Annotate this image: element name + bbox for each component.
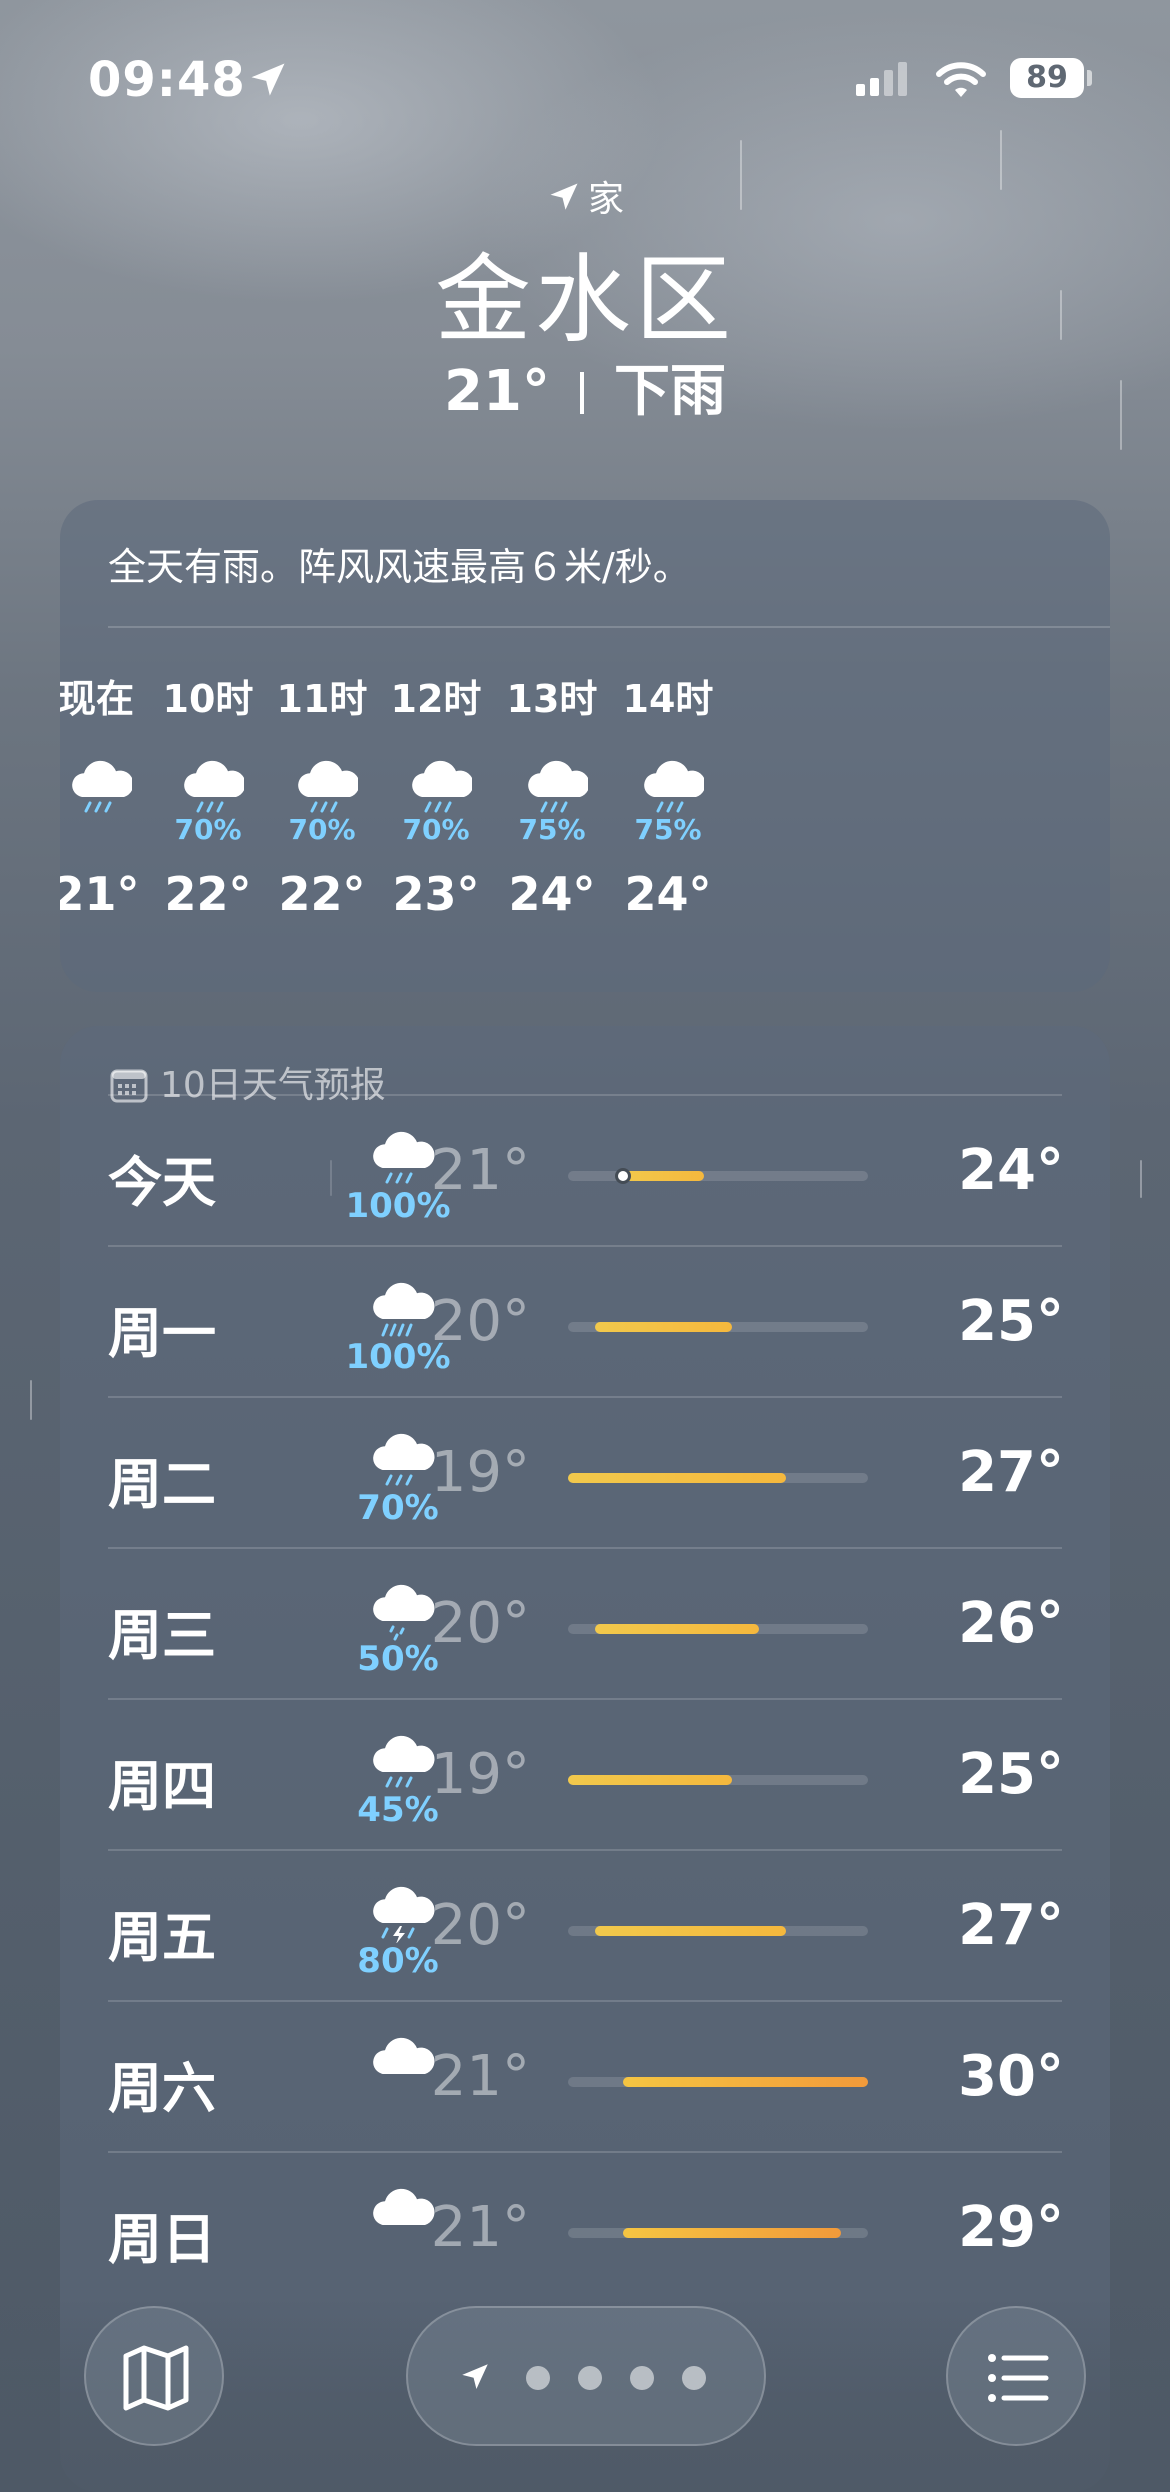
day-high-temp: 25° [958,1742,1064,1807]
day-low-temp: 20° [430,1591,530,1656]
divider [108,626,1110,628]
location-arrow-icon [462,2364,488,2390]
place-name: 家 [587,179,624,220]
divider [108,2000,1062,2002]
hour-temp: 24° [624,867,712,921]
hour-label: 14时 [622,677,714,721]
status-bar: 09:48 89 [0,48,1170,108]
temp-range-bar [622,1171,705,1181]
temp-range-track [568,2077,868,2087]
current-condition: 下雨 [613,359,726,424]
day-low-temp: 20° [430,1893,530,1958]
daily-row[interactable]: 周二 70% 19° 27° [108,1396,1064,1546]
daily-row[interactable]: 周日 21° 29° [108,2151,1064,2301]
map-icon [123,2345,189,2411]
day-low-temp: 21° [430,1138,530,1203]
day-label: 周二 [108,1453,216,1516]
daily-row[interactable]: 周四 45% 19° 25° [108,1698,1064,1848]
temp-range-bar [568,1473,787,1483]
rain-cloud-icon [516,753,590,817]
city-name: 金水区 [435,244,735,356]
location-label: 家 [0,170,1170,222]
current-temp-dot [614,1168,631,1184]
day-label: 周五 [108,1906,216,1969]
divider [108,1849,1062,1851]
day-low-temp: 19° [430,1742,530,1807]
hour-item: 14时 75% 24° [588,668,748,921]
day-high-temp: 26° [958,1591,1064,1656]
wifi-icon [936,62,986,97]
day-low-temp: 19° [430,1440,530,1505]
location-arrow-icon [251,63,285,96]
temp-range-bar [622,2077,868,2087]
temp-range-bar [622,2228,841,2238]
rain-cloud-icon [172,753,246,817]
battery-indicator: 89 [1010,58,1084,98]
day-label: 周一 [108,1302,216,1365]
temp-range-track [568,1322,868,1332]
day-label: 今天 [108,1151,216,1214]
temp-range-bar [595,1322,732,1332]
rain-cloud-icon [60,753,134,817]
hour-precip: 75% [634,813,702,846]
ten-day-forecast-card[interactable]: 10日天气预报 今天 100% 21° 24° 周一 100% 20° 25° 周二 70% 19°… [60,1026,1110,2492]
divider [108,1698,1062,1700]
temp-range-track [568,1624,868,1634]
cellular-signal-icon [856,62,912,96]
day-label: 周四 [108,1755,216,1818]
daily-row[interactable]: 今天 100% 21° 24° [108,1094,1064,1244]
divider [108,1547,1062,1549]
list-icon [988,2354,1049,2402]
rain-cloud-icon [400,753,474,817]
day-low-temp: 20° [430,1289,530,1354]
daily-row[interactable]: 周一 100% 20° 25° [108,1245,1064,1395]
page-dot[interactable] [630,2366,654,2390]
rain-cloud-icon [632,753,706,817]
current-conditions: 21° 下雨 [0,346,1170,427]
separator [579,372,584,414]
day-high-temp: 25° [958,1289,1064,1354]
page-dot[interactable] [526,2366,550,2390]
page-indicator[interactable] [406,2306,766,2446]
hourly-summary: 全天有雨。阵风风速最高６米/秒。 [108,545,691,589]
day-label: 周六 [108,2057,216,2120]
battery-tip [1087,70,1092,86]
temp-range-bar [595,1624,759,1634]
day-high-temp: 29° [958,2195,1064,2260]
temp-range-track [568,1926,868,1936]
temp-range-track [568,1473,868,1483]
day-high-temp: 24° [958,1138,1064,1203]
divider [108,1396,1062,1398]
day-high-temp: 30° [958,2044,1064,2109]
temp-range-bar [595,1926,787,1936]
status-time: 09:48 [88,52,246,108]
page-dot[interactable] [682,2366,706,2390]
temp-range-track [568,2228,868,2238]
daily-row[interactable]: 周六 21° 30° [108,2000,1064,2150]
day-high-temp: 27° [958,1893,1064,1958]
divider [108,1094,1062,1096]
page-dot[interactable] [578,2366,602,2390]
hourly-forecast-card[interactable]: 全天有雨。阵风风速最高６米/秒。 现在 21° 10时 70% 22° 11时 70% 22°… [60,500,1110,992]
temp-range-track [568,1168,868,1184]
day-low-temp: 21° [430,2044,530,2109]
rain-cloud-icon [286,753,360,817]
day-high-temp: 27° [958,1440,1064,1505]
daily-row[interactable]: 周五 80% 20° 27° [108,1849,1064,1999]
day-label: 周日 [108,2208,216,2271]
current-temperature: 21° [444,359,550,424]
divider [108,1245,1062,1247]
map-button[interactable] [84,2306,224,2446]
day-label: 周三 [108,1604,216,1667]
location-arrow-icon [550,183,578,210]
daily-row[interactable]: 周三 50% 20° 26° [108,1547,1064,1697]
city-list-button[interactable] [946,2306,1086,2446]
day-low-temp: 21° [430,2195,530,2260]
temp-range-bar [568,1775,732,1785]
divider [108,2151,1062,2153]
temp-range-track [568,1775,868,1785]
